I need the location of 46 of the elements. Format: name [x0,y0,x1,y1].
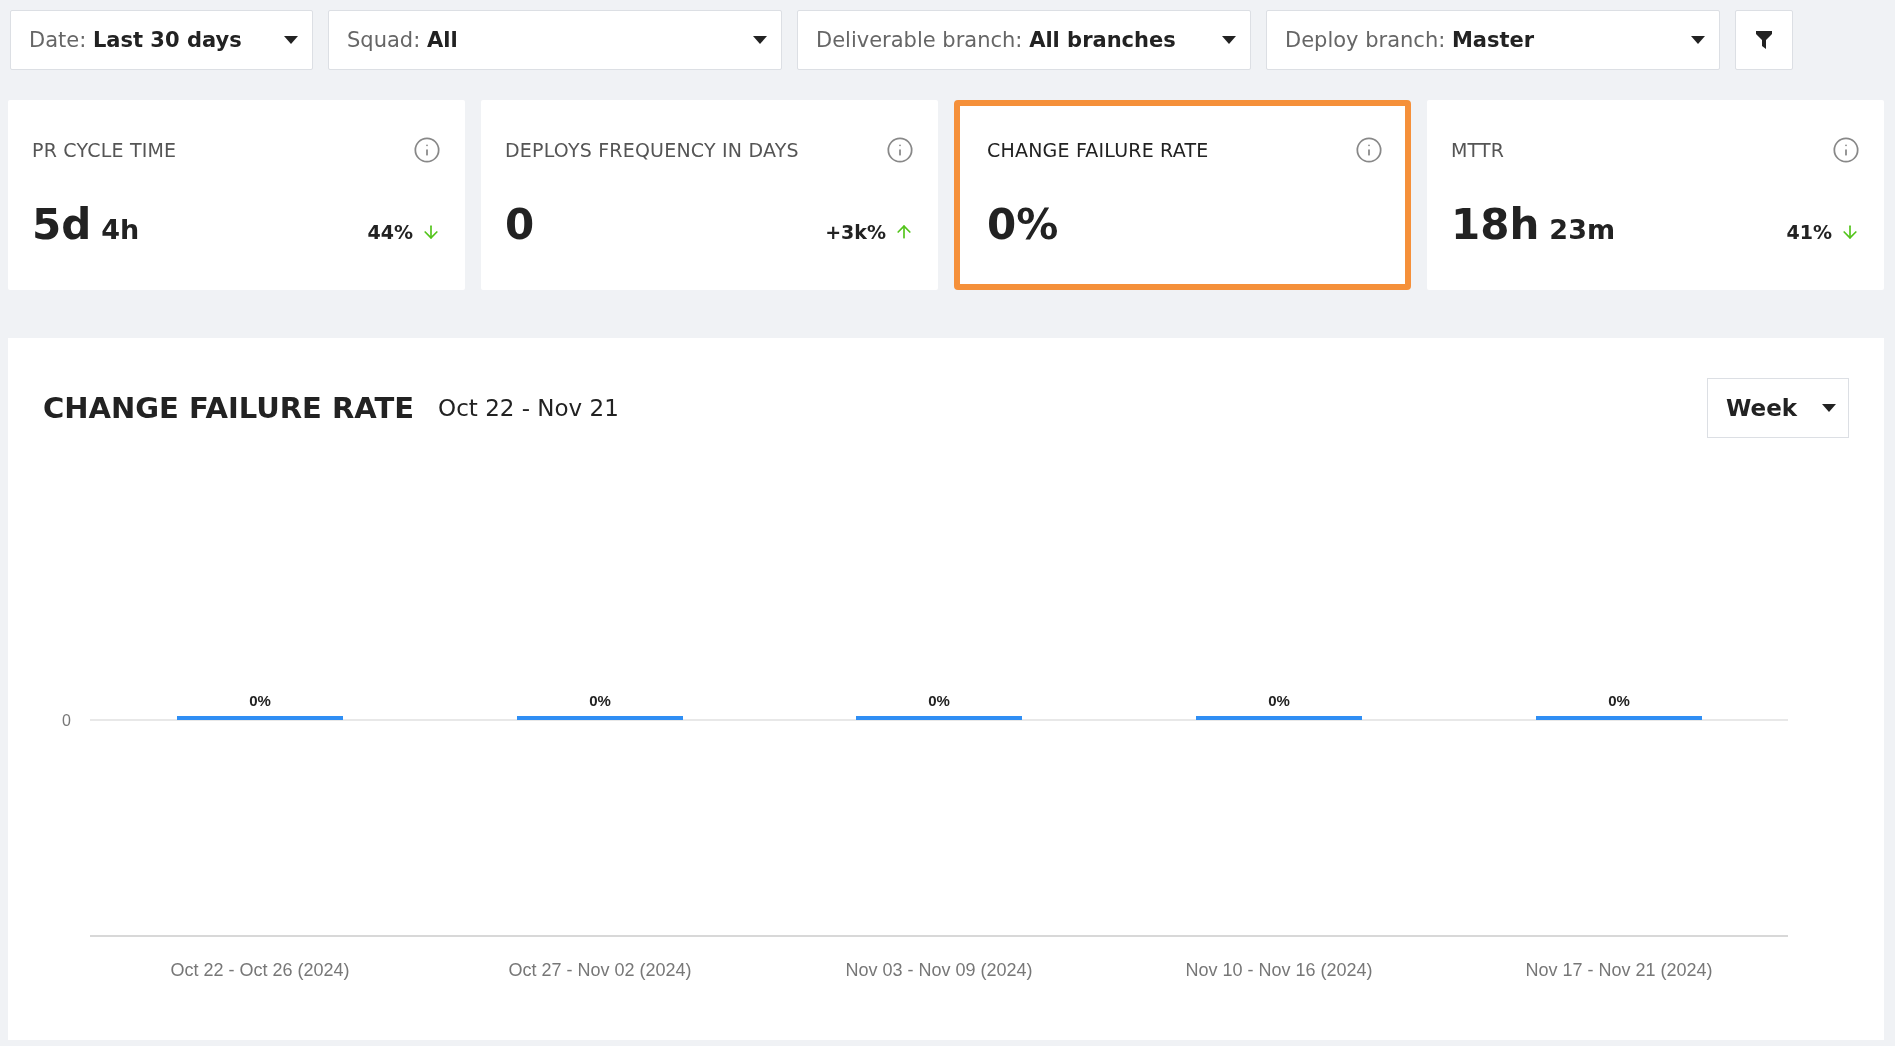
info-icon[interactable] [1832,136,1860,164]
chart-title: CHANGE FAILURE RATE [43,391,415,425]
caret-icon [1691,36,1705,44]
change-percent: +3k% [825,221,886,243]
metric-title: DEPLOYS FREQUENCY IN DAYS [505,139,799,161]
metric-card[interactable]: MTTR 18h 23m 41% [1427,100,1884,290]
metric-unit-value: 23m [1549,214,1616,245]
metric-value: 18h [1451,200,1540,249]
metric-title: PR CYCLE TIME [32,139,177,161]
metric-value: 5d [32,200,92,249]
metric-value: 0 [505,200,535,249]
filter-dropdown[interactable]: Deliverable branch: All branches [797,10,1251,70]
change-percent: 44% [367,221,413,243]
metric-value: 0% [987,200,1059,249]
bar-value-label: 0% [589,692,611,709]
info-icon[interactable] [413,136,441,164]
x-axis-label: Nov 10 - Nov 16 (2024) [1185,960,1373,980]
x-axis-label: Nov 03 - Nov 09 (2024) [845,960,1033,980]
date-range: Oct 22 - Nov 21 [438,395,620,421]
bar-value-label: 0% [928,692,950,709]
funnel-icon [1756,31,1772,49]
filter-dropdown[interactable]: Squad: All [328,10,782,70]
bar-value-label: 0% [249,692,271,709]
x-axis-label: Oct 22 - Oct 26 (2024) [170,960,350,980]
filter-button[interactable] [1735,10,1793,70]
metric-card[interactable]: DEPLOYS FREQUENCY IN DAYS 0 +3k% [481,100,938,290]
x-axis-label: Nov 17 - Nov 21 (2024) [1525,960,1713,980]
bar-value-label: 0% [1608,692,1630,709]
filter-dropdown[interactable]: Deploy branch: Master [1266,10,1720,70]
metric-card[interactable]: CHANGE FAILURE RATE 0% [954,100,1411,290]
x-axis-label: Oct 27 - Nov 02 (2024) [508,960,692,980]
y-tick-label: 0 [62,712,71,729]
metric-title: CHANGE FAILURE RATE [987,139,1209,161]
change-percent: 41% [1786,221,1832,243]
metric-card[interactable]: PR CYCLE TIME 5d 4h 44% [8,100,465,290]
metric-unit-value: 4h [101,214,140,245]
caret-icon [1222,36,1236,44]
filter-dropdown[interactable]: Date: Last 30 days [10,10,313,70]
info-icon[interactable] [886,136,914,164]
caret-icon [1822,404,1836,412]
bar-value-label: 0% [1268,692,1290,709]
caret-icon [284,36,298,44]
info-icon[interactable] [1355,136,1383,164]
period-dropdown[interactable]: Week [1707,378,1849,438]
caret-icon [753,36,767,44]
metric-title: MTTR [1451,139,1505,161]
